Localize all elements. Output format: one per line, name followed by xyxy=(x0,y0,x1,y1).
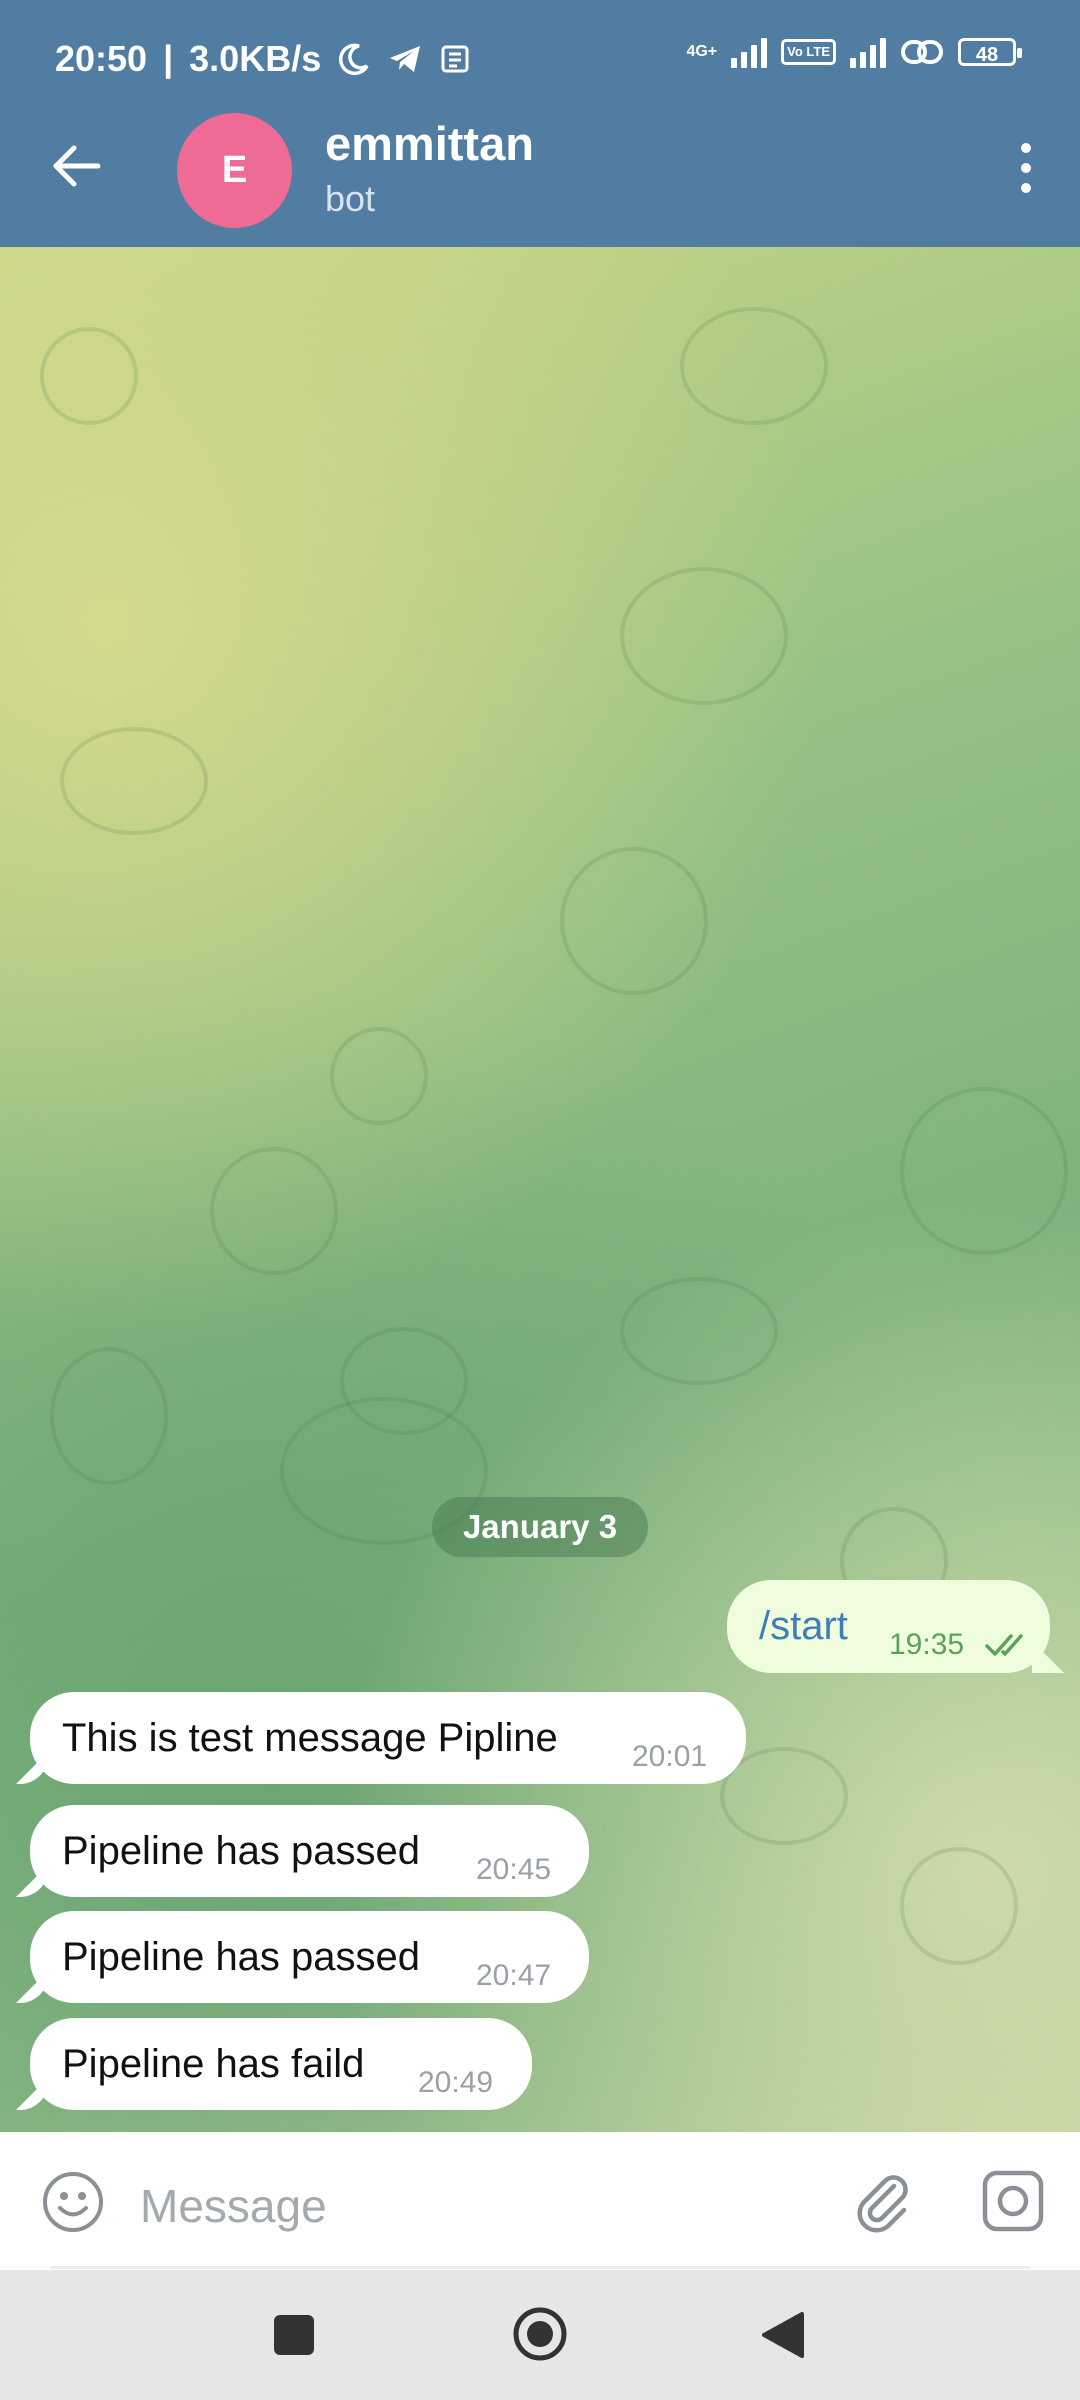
network-type-label: 4G+ xyxy=(686,43,718,60)
message-time: 20:47 xyxy=(476,1959,552,1992)
doodle-decoration xyxy=(680,307,828,425)
message-text: Pipeline has passed xyxy=(62,1935,421,1979)
recent-apps-icon[interactable] xyxy=(274,2315,314,2355)
avatar[interactable]: E xyxy=(177,113,292,228)
status-time: 20:50 xyxy=(55,38,148,79)
message-text: Pipeline has faild xyxy=(62,2042,365,2086)
battery-icon: 48 xyxy=(958,38,1022,66)
message-time: 19:35 xyxy=(889,1628,965,1661)
incoming-message[interactable]: This is test message Pipline 20:01 xyxy=(30,1692,746,1784)
back-triangle-icon[interactable] xyxy=(760,2310,806,2360)
message-time: 20:01 xyxy=(632,1740,708,1773)
doodle-decoration xyxy=(40,327,138,425)
doodle-decoration xyxy=(900,1087,1068,1255)
link-icon xyxy=(901,40,943,64)
home-icon[interactable] xyxy=(512,2306,568,2362)
moon-icon xyxy=(339,43,369,76)
more-options-icon[interactable] xyxy=(1014,143,1038,195)
notes-icon xyxy=(441,45,469,73)
status-bar: 20:50 | 3.0KB/s 4G+ Vo LTE 48 xyxy=(0,0,1080,120)
doodle-decoration xyxy=(900,1847,1018,1965)
battery-level: 48 xyxy=(975,44,999,66)
paperclip-icon[interactable] xyxy=(850,2168,916,2234)
incoming-message[interactable]: Pipeline has faild 20:49 xyxy=(30,2018,532,2110)
composer-divider xyxy=(50,2266,1030,2269)
message-input[interactable] xyxy=(138,2172,802,2240)
doodle-decoration xyxy=(210,1147,338,1275)
double-check-icon xyxy=(985,1634,1023,1656)
chat-title[interactable]: emmittan xyxy=(325,116,534,171)
incoming-message[interactable]: Pipeline has passed 20:45 xyxy=(30,1805,589,1897)
doodle-decoration xyxy=(60,727,208,835)
signal-icon xyxy=(850,36,886,68)
network-speed: 3.0KB/s xyxy=(189,38,322,79)
doodle-decoration xyxy=(50,1347,168,1485)
back-arrow-icon[interactable] xyxy=(50,140,102,192)
doodle-decoration xyxy=(330,1027,428,1125)
doodle-decoration xyxy=(620,567,788,705)
doodle-decoration xyxy=(560,847,708,995)
signal-icon xyxy=(731,36,768,68)
status-right: 4G+ Vo LTE 48 xyxy=(686,36,1022,68)
incoming-message[interactable]: Pipeline has passed 20:47 xyxy=(30,1911,589,2003)
doodle-decoration xyxy=(620,1277,778,1385)
message-text: This is test message Pipline xyxy=(62,1716,558,1760)
date-separator-label: January 3 xyxy=(462,1508,618,1545)
status-left: 20:50 | 3.0KB/s xyxy=(55,38,471,80)
date-separator: January 3 xyxy=(432,1497,648,1557)
telegram-icon xyxy=(390,46,421,72)
chat-subtitle: bot xyxy=(325,178,376,219)
message-text: /start xyxy=(759,1604,848,1648)
emoji-icon[interactable] xyxy=(40,2169,106,2235)
volte-badge: Vo LTE xyxy=(781,39,836,65)
avatar-letter: E xyxy=(221,149,248,191)
message-time: 20:45 xyxy=(476,1853,552,1886)
message-time: 20:49 xyxy=(418,2066,494,2099)
top-bar: 20:50 | 3.0KB/s 4G+ Vo LTE 48 E emmittan… xyxy=(0,0,1080,247)
outgoing-message[interactable]: /start 19:35 xyxy=(727,1580,1050,1673)
camera-icon[interactable] xyxy=(980,2168,1046,2234)
message-text: Pipeline has passed xyxy=(62,1829,421,1873)
